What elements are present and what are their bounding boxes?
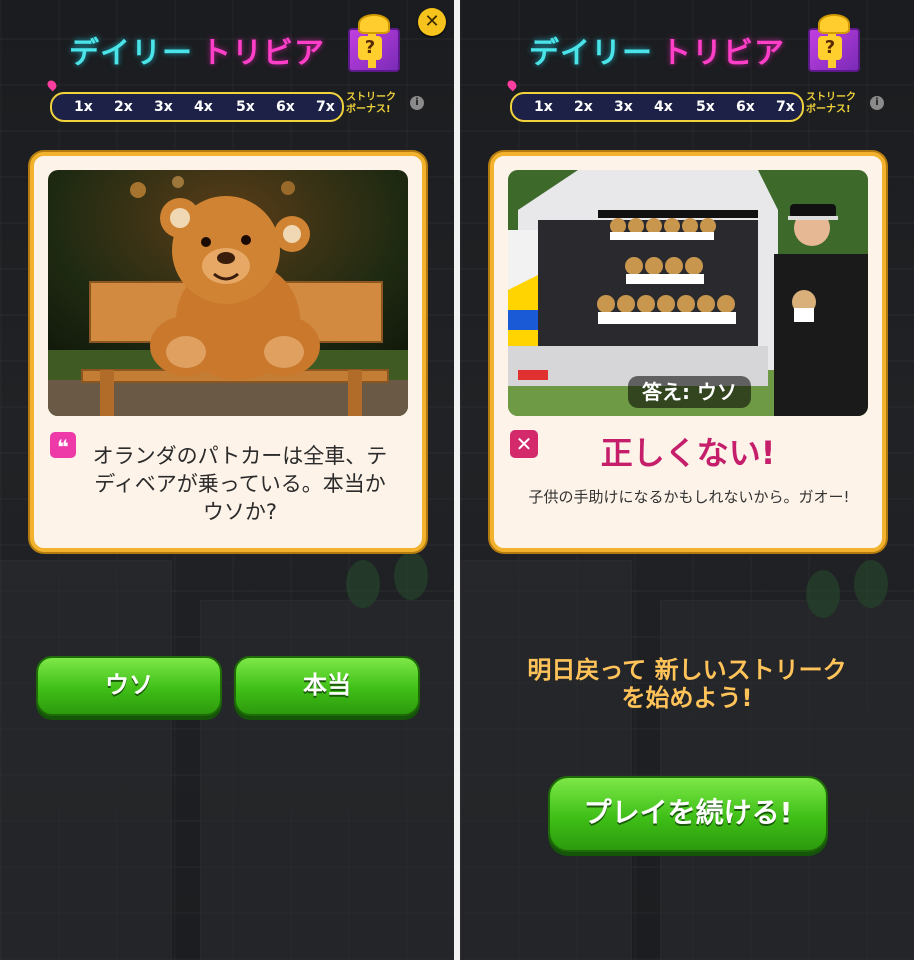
title-trivia: トリビア xyxy=(661,36,785,71)
background-tree xyxy=(394,552,428,600)
question-text: オランダのパトカーは全車、テディベアが乗っている。本当かウソか? xyxy=(92,444,388,524)
info-icon[interactable]: i xyxy=(870,96,884,110)
explanation-text: 子供の手助けになるかもしれないから。ガオー! xyxy=(528,488,850,506)
streak-7x: 7x xyxy=(776,99,795,115)
background-building xyxy=(0,560,172,960)
teddy-bear-photo xyxy=(48,170,408,416)
continue-play-button[interactable]: プレイを続ける! xyxy=(548,776,828,852)
streak-6x: 6x xyxy=(276,99,295,115)
streak-5x: 5x xyxy=(696,99,715,115)
background-tree xyxy=(806,570,840,618)
trivia-card: ❝ オランダのパトカーは全車、テディベアが乗っている。本当かウソか? xyxy=(30,152,426,552)
streak-1x: 1x xyxy=(74,99,93,115)
info-icon[interactable]: i xyxy=(410,96,424,110)
background-building xyxy=(460,560,632,960)
streak-7x: 7x xyxy=(316,99,335,115)
question-screen: デイリー トリビア ? ✕ 1x 2x 3x 4x 5x 6x 7x ストリーク … xyxy=(0,0,454,960)
streak-3x: 3x xyxy=(154,99,173,115)
streak-2x: 2x xyxy=(574,99,593,115)
streak-marker-icon xyxy=(505,78,519,92)
background-building xyxy=(200,600,454,960)
answer-screen: デイリー トリビア ? 1x 2x 3x 4x 5x 6x 7x ストリーク ボー… xyxy=(460,0,914,960)
streak-bar: 1x 2x 3x 4x 5x 6x 7x xyxy=(50,92,344,122)
streak-bar: 1x 2x 3x 4x 5x 6x 7x xyxy=(510,92,804,122)
title-daily: デイリー xyxy=(529,36,653,71)
police-car-photo: 答え: ウソ xyxy=(508,170,868,416)
true-answer-button[interactable]: 本当 xyxy=(234,656,420,716)
streak-message: 明日戻って 新しいストリークを始めよう! xyxy=(527,656,847,712)
answer-card: 答え: ウソ ✕ 正しくない! 子供の手助けになるかもしれないから。ガオー! xyxy=(490,152,886,552)
answer-label: 答え: ウソ xyxy=(628,376,751,408)
title-trivia: トリビア xyxy=(201,36,325,71)
background-tree xyxy=(854,560,888,608)
streak-5x: 5x xyxy=(236,99,255,115)
streak-6x: 6x xyxy=(736,99,755,115)
streak-bonus-label: ストリーク ボーナス! xyxy=(346,92,396,115)
title-daily: デイリー xyxy=(69,36,193,71)
verdict-text: 正しくない! xyxy=(600,434,776,472)
background-tree xyxy=(346,560,380,608)
streak-4x: 4x xyxy=(194,99,213,115)
close-button[interactable]: ✕ xyxy=(418,8,446,36)
false-answer-button[interactable]: ウソ xyxy=(36,656,222,716)
streak-3x: 3x xyxy=(614,99,633,115)
gift-box-icon: ? xyxy=(344,12,400,72)
streak-marker-icon xyxy=(45,78,59,92)
gift-box-icon: ? xyxy=(804,12,860,72)
streak-2x: 2x xyxy=(114,99,133,115)
streak-bonus-label: ストリーク ボーナス! xyxy=(806,92,856,115)
streak-4x: 4x xyxy=(654,99,673,115)
streak-1x: 1x xyxy=(534,99,553,115)
quote-icon: ❝ xyxy=(50,432,76,459)
